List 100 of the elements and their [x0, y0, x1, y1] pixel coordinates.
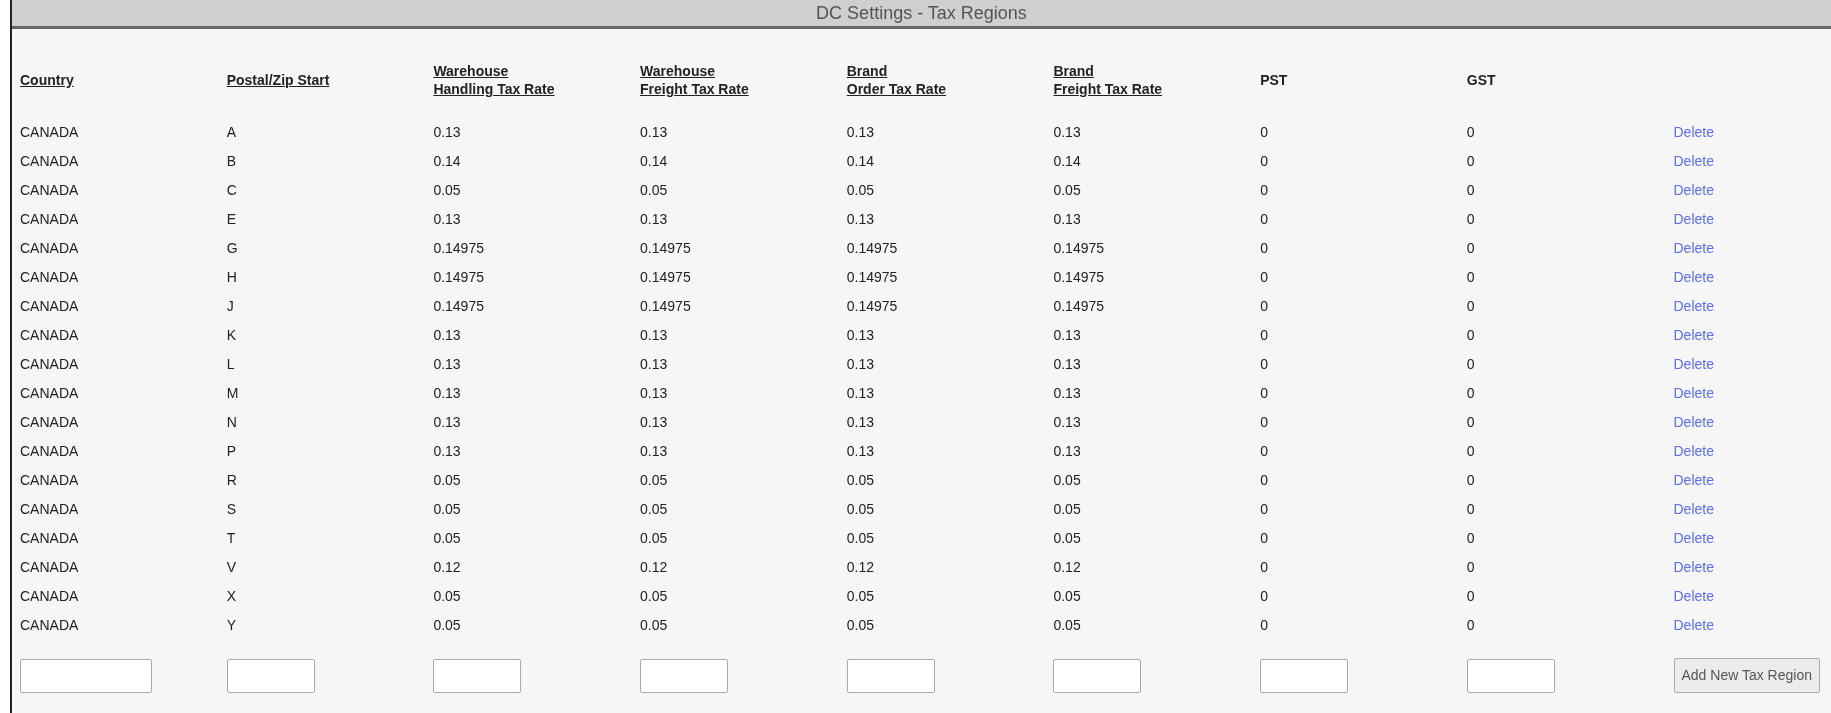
table-cell-text: 0.13 — [846, 413, 874, 432]
delete-link[interactable]: Delete — [1673, 325, 1714, 346]
table-cell-text: B — [226, 152, 237, 171]
table-cell-text: 0.14975 — [640, 239, 691, 258]
table-cell-text: 0.14975 — [433, 297, 484, 316]
table-cell-text: 0 — [1466, 442, 1475, 461]
table-cell-text: 0.05 — [1053, 500, 1081, 519]
table-cell-text: P — [226, 442, 237, 461]
input-field[interactable] — [1466, 658, 1555, 693]
table-cell-text: 0 — [1466, 297, 1475, 316]
delete-link[interactable]: Delete — [1673, 267, 1714, 288]
table-cell-text: 0 — [1466, 413, 1475, 432]
table-cell-text: 0.05 — [433, 181, 461, 200]
table-cell-text: 0.13 — [433, 123, 461, 142]
input-field[interactable] — [433, 658, 522, 693]
table-cell-text: 0.13 — [846, 355, 874, 374]
table-cell-text: 0 — [1466, 384, 1475, 403]
table-cell-text: 0.13 — [640, 442, 668, 461]
table-cell-text: 0.14 — [433, 152, 461, 171]
delete-link[interactable]: Delete — [1673, 383, 1714, 404]
table-cell-text: 0 — [1466, 529, 1475, 548]
table-cell-text: E — [226, 210, 237, 229]
table-cell-text: CANADA — [20, 355, 79, 374]
table-cell-text: 0.05 — [1053, 471, 1081, 490]
table-cell-text: 0.14975 — [640, 268, 691, 287]
add-tax-region-button[interactable]: Add New Tax Region — [1673, 658, 1820, 693]
table-cell-text: 0.05 — [640, 181, 668, 200]
table-cell-text: CANADA — [20, 297, 79, 316]
table-cell-text: 0.05 — [1053, 587, 1081, 606]
table-cell-text: 0.05 — [433, 587, 461, 606]
delete-link[interactable]: Delete — [1673, 209, 1714, 230]
table-cell-text: 0.13 — [640, 123, 668, 142]
delete-link[interactable]: Delete — [1673, 586, 1714, 607]
table-cell-text: CANADA — [20, 123, 79, 142]
table-cell-text: 0.14975 — [846, 239, 898, 258]
table-cell-text: 0 — [1466, 558, 1475, 577]
delete-link[interactable]: Delete — [1673, 557, 1714, 578]
table-cell-text: 0.05 — [433, 471, 461, 490]
table-cell-text: 0.05 — [846, 500, 874, 519]
delete-link[interactable]: Delete — [1673, 354, 1714, 375]
delete-link[interactable]: Delete — [1673, 180, 1714, 201]
delete-link[interactable]: Delete — [1673, 470, 1714, 491]
table-cell-text: CANADA — [20, 529, 79, 548]
delete-link[interactable]: Delete — [1673, 528, 1714, 549]
table-cell-text: 0 — [1260, 152, 1268, 171]
table-cell-text: 0.13 — [640, 326, 668, 345]
table-cell-text: 0.05 — [846, 471, 874, 490]
table-cell-text: 0.05 — [1053, 181, 1081, 200]
table-cell-text: 0.14975 — [846, 268, 898, 287]
table-cell-text: 0.05 — [640, 587, 668, 606]
table-cell-text: 0.13 — [433, 326, 461, 345]
table-cell-text: CANADA — [20, 239, 79, 258]
table-cell-text: 0 — [1466, 239, 1475, 258]
input-field[interactable] — [640, 658, 729, 693]
table-cell-text: 0.14 — [1053, 152, 1081, 171]
delete-link[interactable]: Delete — [1673, 238, 1714, 259]
table-cell-text: 0 — [1260, 413, 1268, 432]
table-cell-text: 0.05 — [640, 500, 668, 519]
table-cell-text: T — [226, 529, 236, 548]
column-header[interactable]: Postal/Zip Start — [226, 71, 330, 89]
column-header[interactable]: Warehouse Handling Tax Rate — [433, 62, 555, 98]
delete-link[interactable]: Delete — [1673, 441, 1714, 462]
input-field[interactable] — [1053, 658, 1142, 693]
table-cell-text: 0.13 — [846, 123, 874, 142]
table-cell-text: 0.14975 — [640, 297, 691, 316]
delete-link[interactable]: Delete — [1673, 296, 1714, 317]
table-cell-text: 0.14975 — [846, 297, 898, 316]
column-header[interactable]: Brand Order Tax Rate — [846, 62, 947, 98]
column-header[interactable]: Brand Freight Tax Rate — [1053, 62, 1163, 98]
table-cell-text: 0.05 — [846, 181, 874, 200]
table-cell-text: 0 — [1260, 500, 1268, 519]
table-cell-text: K — [226, 326, 237, 345]
delete-link[interactable]: Delete — [1673, 122, 1714, 143]
delete-link[interactable]: Delete — [1673, 151, 1714, 172]
table-cell-text: 0.13 — [433, 355, 461, 374]
delete-link[interactable]: Delete — [1673, 615, 1714, 636]
table-cell-text: 0.13 — [1053, 123, 1081, 142]
table-cell-text: 0.14975 — [433, 268, 484, 287]
table-cell-text: 0 — [1466, 355, 1475, 374]
table-cell-text: 0 — [1260, 558, 1268, 577]
delete-link[interactable]: Delete — [1673, 499, 1714, 520]
table-cell-text: 0.13 — [433, 442, 461, 461]
input-field[interactable] — [1260, 658, 1349, 693]
table-cell-text: CANADA — [20, 500, 79, 519]
input-field[interactable] — [226, 658, 315, 693]
table-cell-text: 0.05 — [846, 587, 874, 606]
table-cell-text: CANADA — [20, 471, 79, 490]
delete-link[interactable]: Delete — [1673, 412, 1714, 433]
input-field[interactable] — [846, 658, 935, 693]
table-cell-text: 0.13 — [1053, 442, 1081, 461]
table-cell-text: CANADA — [20, 268, 79, 287]
table-cell-text: CANADA — [20, 587, 79, 606]
column-header[interactable]: Warehouse Freight Tax Rate — [640, 62, 749, 98]
table-cell-text: 0 — [1466, 210, 1475, 229]
table-cell-text: 0 — [1466, 181, 1475, 200]
table-cell-text: CANADA — [20, 442, 79, 461]
column-header[interactable]: Country — [20, 71, 74, 89]
table-cell-text: 0.12 — [846, 558, 874, 577]
table-cell-text: 0.13 — [433, 210, 461, 229]
input-field[interactable] — [20, 658, 152, 693]
